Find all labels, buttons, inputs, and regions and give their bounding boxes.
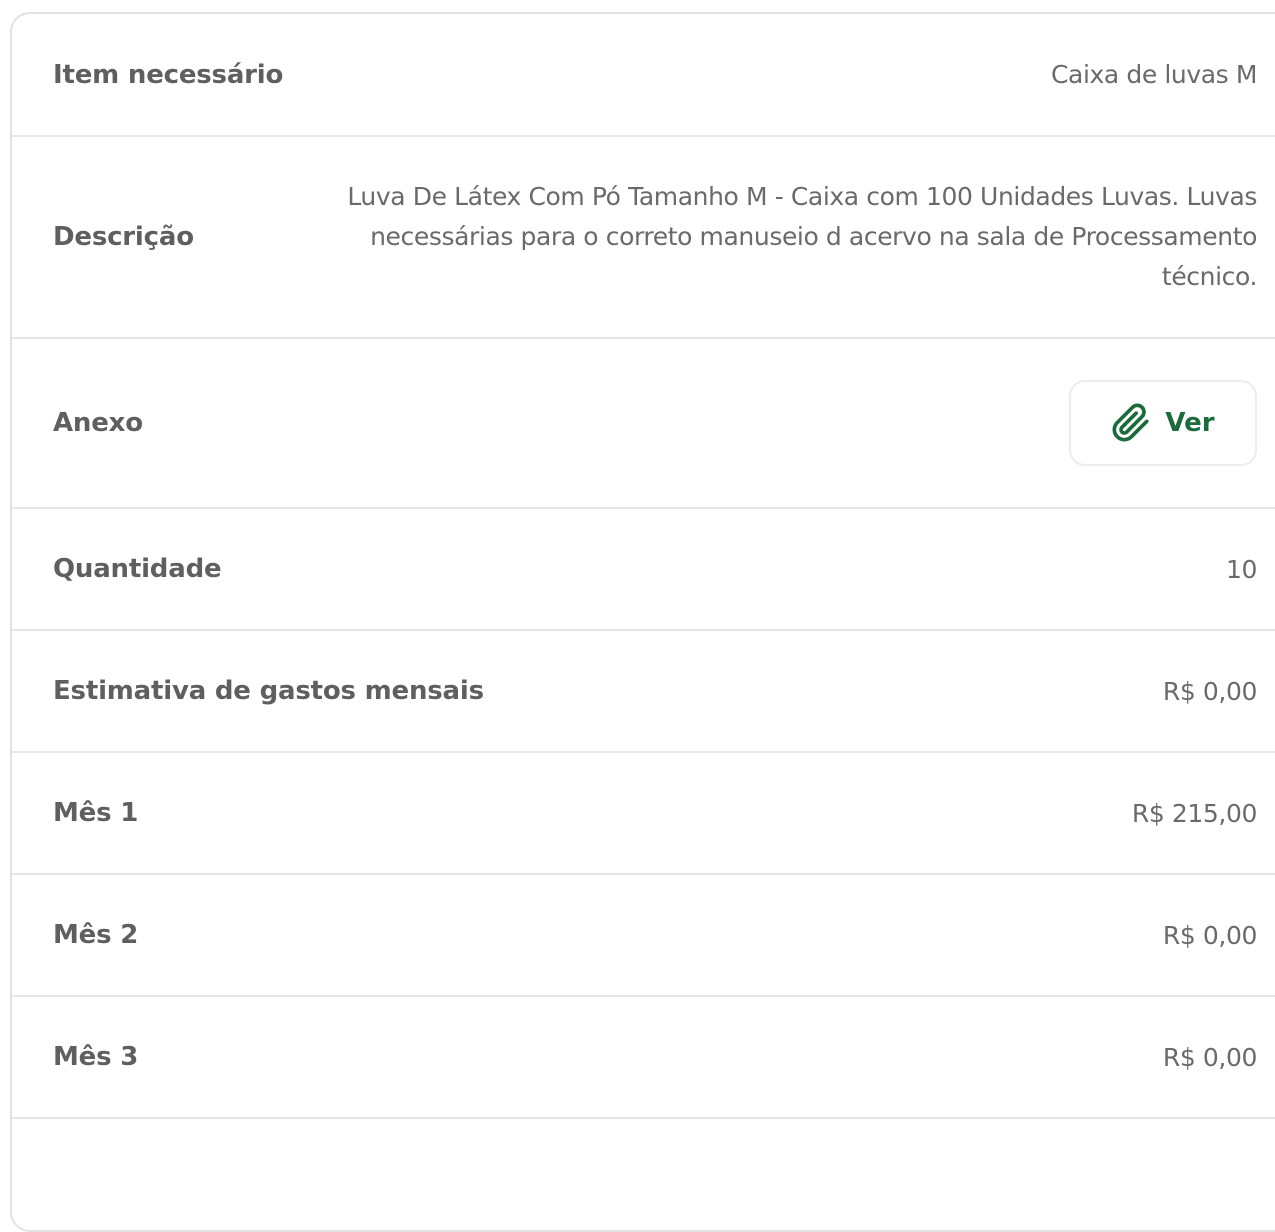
month-2-label: Mês 2 <box>53 920 139 950</box>
description-value: Luva De Látex Com Pó Tamanho M - Caixa c… <box>347 177 1257 297</box>
item-value: Caixa de luvas M <box>1050 60 1257 89</box>
month-3-label: Mês 3 <box>53 1042 139 1072</box>
row-quantity: Quantidade 10 <box>12 509 1275 631</box>
monthly-estimate-label: Estimativa de gastos mensais <box>53 676 484 706</box>
description-line: necessárias para o correto manuseio d ac… <box>370 222 1257 251</box>
view-attachment-label: Ver <box>1165 408 1215 438</box>
quantity-value: 10 <box>1225 554 1257 584</box>
row-attachment: Anexo Ver <box>12 339 1275 509</box>
description-label: Descrição <box>53 222 194 252</box>
row-item: Item necessário Caixa de luvas M <box>12 14 1275 137</box>
paperclip-icon <box>1112 403 1149 442</box>
description-line: Luva De Látex Com Pó Tamanho M - Caixa c… <box>347 182 1257 211</box>
month-1-label: Mês 1 <box>53 798 139 828</box>
row-monthly-estimate: Estimativa de gastos mensais R$ 0,00 <box>12 631 1275 753</box>
monthly-estimate-value: R$ 0,00 <box>1162 676 1257 706</box>
row-month-3: Mês 3 R$ 0,00 <box>12 997 1275 1119</box>
row-month-2: Mês 2 R$ 0,00 <box>12 875 1275 997</box>
row-description: Descrição Luva De Látex Com Pó Tamanho M… <box>12 137 1275 339</box>
description-line: técnico. <box>1161 262 1257 291</box>
month-1-value: R$ 215,00 <box>1131 798 1258 828</box>
quantity-label: Quantidade <box>53 554 222 584</box>
row-month-1: Mês 1 R$ 215,00 <box>12 753 1275 875</box>
view-attachment-button[interactable]: Ver <box>1069 380 1257 466</box>
month-3-value: R$ 0,00 <box>1162 1042 1257 1072</box>
month-2-value: R$ 0,00 <box>1162 920 1257 950</box>
item-label: Item necessário <box>53 59 284 90</box>
request-details-card: Item necessário Caixa de luvas M Descriç… <box>10 12 1275 1232</box>
attachment-label: Anexo <box>53 408 143 438</box>
